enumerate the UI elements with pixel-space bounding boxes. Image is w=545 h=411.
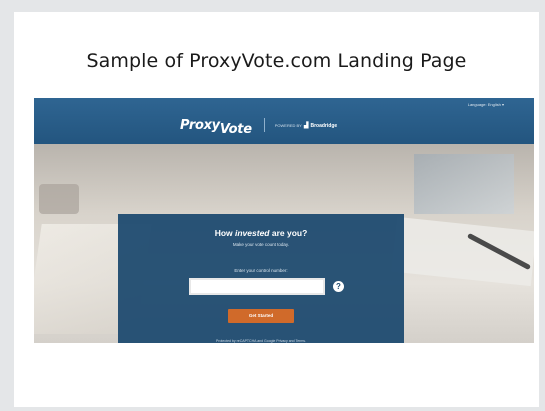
- headline-emphasis: invested: [235, 228, 270, 238]
- logo-main: Proxy: [180, 117, 220, 133]
- panel-headline: How invested are you?: [118, 228, 404, 238]
- proxyvote-logo[interactable]: ProxyVote: [180, 117, 252, 137]
- broadridge-brand: Broadridge: [310, 122, 338, 129]
- logo-sub: Vote: [219, 121, 252, 137]
- language-selector[interactable]: Language: English ▾: [468, 102, 504, 107]
- logo-divider: [263, 118, 265, 132]
- broadridge-icon: ▟: [303, 122, 309, 129]
- help-icon[interactable]: ?: [333, 281, 344, 292]
- control-number-label: Enter your control number:: [234, 268, 288, 273]
- logo-area: ProxyVote POWERED BY ▟ Broadridge: [180, 115, 337, 137]
- powered-by-label: POWERED BY: [274, 122, 302, 128]
- slide-title: Sample of ProxyVote.com Landing Page: [86, 50, 467, 72]
- headline-suffix: are you?: [269, 228, 308, 238]
- recaptcha-footnote: Protected by reCAPTCHA and Google Privac…: [215, 339, 306, 343]
- headline-prefix: How: [214, 228, 235, 238]
- background-mug: [39, 184, 79, 214]
- site-header: Language: English ▾ ProxyVote POWERED BY…: [34, 98, 534, 144]
- background-tablet: [391, 216, 534, 287]
- hero-background: How invested are you? Make your vote cou…: [34, 144, 534, 343]
- slide: Sample of ProxyVote.com Landing Page Lan…: [14, 12, 539, 407]
- control-number-input[interactable]: [189, 278, 325, 295]
- login-panel: How invested are you? Make your vote cou…: [118, 214, 404, 343]
- panel-subline: Make your vote count today.: [232, 242, 290, 247]
- get-started-button[interactable]: Get Started: [228, 309, 294, 323]
- proxyvote-landing-screenshot: Language: English ▾ ProxyVote POWERED BY…: [34, 98, 534, 343]
- background-monitor: [414, 154, 514, 214]
- powered-by: POWERED BY ▟ Broadridge: [275, 122, 337, 129]
